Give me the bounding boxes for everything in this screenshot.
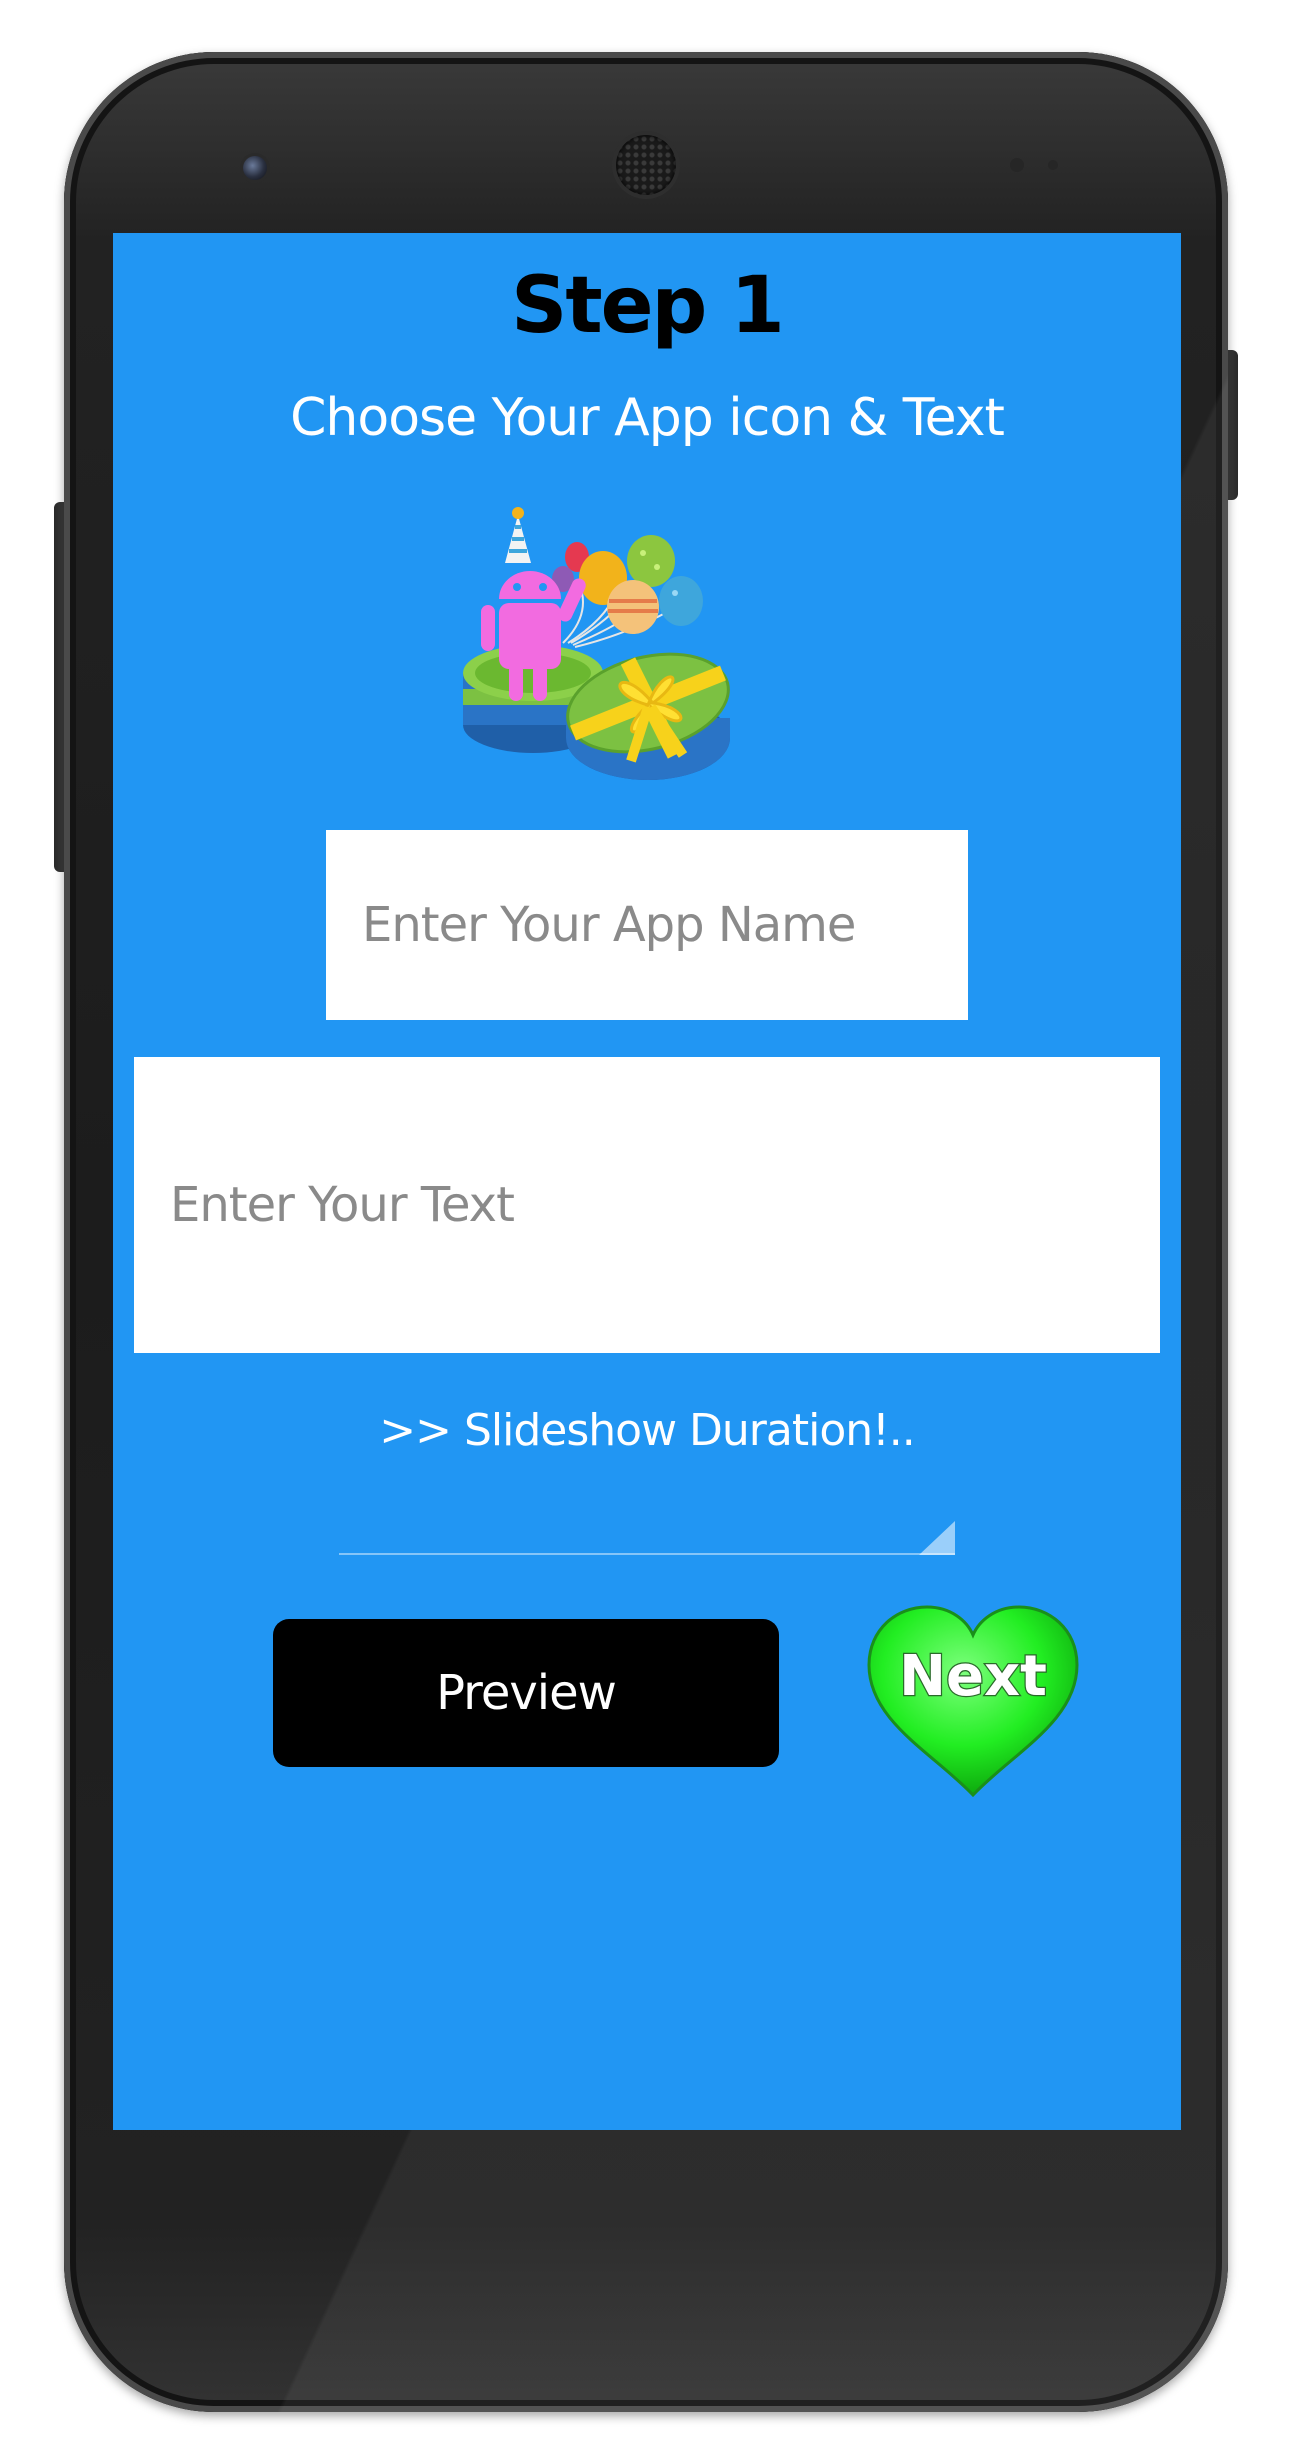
- app-name-input[interactable]: [326, 830, 968, 1020]
- slideshow-duration-label: >> Slideshow Duration!..: [379, 1405, 916, 1456]
- page-subtitle: Choose Your App icon & Text: [290, 388, 1005, 448]
- earpiece-speaker: [616, 135, 676, 195]
- proximity-sensor: [1010, 158, 1024, 172]
- next-button[interactable]: Next: [863, 1603, 1083, 1799]
- dropdown-corner-icon: [919, 1521, 955, 1555]
- front-camera-icon: [243, 156, 267, 180]
- text-input[interactable]: [134, 1057, 1160, 1353]
- next-label: Next: [899, 1644, 1047, 1709]
- page-title: Step 1: [511, 261, 785, 351]
- app-screen: Step 1 Choose Your App icon & Text Enter…: [113, 233, 1181, 2130]
- device-frame: Step 1 Choose Your App icon & Text Enter…: [0, 0, 1293, 2456]
- preview-button[interactable]: Preview: [273, 1619, 779, 1767]
- android-birthday-gift-icon[interactable]: [443, 493, 833, 793]
- light-sensor: [1048, 160, 1058, 170]
- slideshow-duration-spinner[interactable]: >> Slideshow Duration!..: [339, 1405, 955, 1557]
- spinner-underline: [339, 1553, 955, 1555]
